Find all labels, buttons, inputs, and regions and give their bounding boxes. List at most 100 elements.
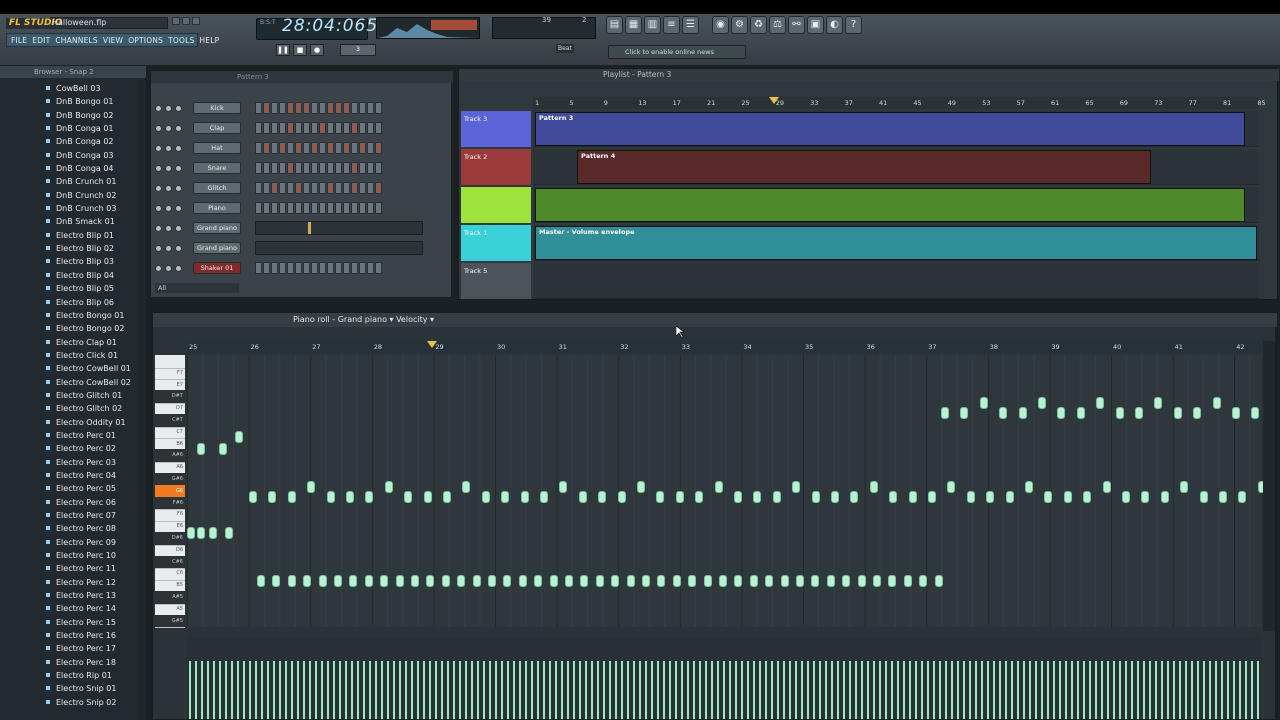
midi-note[interactable] xyxy=(947,481,956,493)
midi-note[interactable] xyxy=(796,575,804,587)
volume-knob[interactable] xyxy=(175,224,182,232)
velocity-bar[interactable] xyxy=(261,661,263,719)
midi-note[interactable] xyxy=(395,575,404,587)
step-button[interactable] xyxy=(287,262,294,274)
velocity-bar[interactable] xyxy=(1077,661,1079,719)
velocity-bar[interactable] xyxy=(1185,661,1187,719)
velocity-bar[interactable] xyxy=(501,661,503,719)
velocity-bar[interactable] xyxy=(585,661,587,719)
midi-note[interactable] xyxy=(441,575,450,587)
velocity-bar[interactable] xyxy=(423,661,425,719)
step-button[interactable] xyxy=(255,142,262,154)
channel-row[interactable]: Clap xyxy=(155,119,382,137)
step-button[interactable] xyxy=(335,102,342,114)
velocity-bar[interactable] xyxy=(315,661,317,719)
midi-note[interactable] xyxy=(960,407,969,419)
velocity-bar[interactable] xyxy=(1233,661,1235,719)
velocity-bar[interactable] xyxy=(495,661,497,719)
browser-item[interactable]: Electro CowBell 01 xyxy=(0,362,146,375)
online-news-button[interactable]: Click to enable online news xyxy=(608,45,746,59)
step-button[interactable] xyxy=(279,182,286,194)
render-icon[interactable]: ⚖ xyxy=(769,16,786,34)
midi-note[interactable] xyxy=(919,575,928,587)
midi-note[interactable] xyxy=(318,575,327,587)
browser-item[interactable]: Electro Perc 05 xyxy=(0,482,146,495)
midi-note[interactable] xyxy=(637,481,645,493)
velocity-bar[interactable] xyxy=(735,661,737,719)
midi-note[interactable] xyxy=(520,491,529,503)
pan-knob[interactable] xyxy=(165,204,172,212)
track-lane[interactable] xyxy=(533,263,1259,299)
volume-knob[interactable] xyxy=(175,144,182,152)
step-button[interactable] xyxy=(367,162,374,174)
browser-item[interactable]: Electro Perc 15 xyxy=(0,616,146,629)
velocity-bar[interactable] xyxy=(975,661,977,719)
step-button[interactable] xyxy=(359,202,366,214)
browser-item[interactable]: Electro Perc 11 xyxy=(0,562,146,575)
step-button[interactable] xyxy=(255,102,262,114)
step-button[interactable] xyxy=(327,142,334,154)
step-button[interactable] xyxy=(303,182,310,194)
velocity-bar[interactable] xyxy=(369,661,371,719)
velocity-bar[interactable] xyxy=(255,661,257,719)
velocity-bar[interactable] xyxy=(753,661,755,719)
midi-note[interactable] xyxy=(1122,491,1130,503)
midi-note[interactable] xyxy=(842,575,851,587)
browser-item[interactable]: Electro CowBell 02 xyxy=(0,376,146,389)
browser-item[interactable]: Electro Blip 03 xyxy=(0,255,146,268)
midi-note[interactable] xyxy=(1057,407,1066,419)
playlist-icon[interactable]: ▤ xyxy=(606,16,623,34)
velocity-bar[interactable] xyxy=(837,661,839,719)
volume-knob[interactable] xyxy=(175,104,182,112)
piano-keyboard[interactable]: F7 E7 D#7 D7 C#7 C7 B6 A#6 A6 G#6 G6 F#6 F6 E6 D#6 D6 C#… xyxy=(155,355,185,629)
channel-name-button[interactable]: Snare xyxy=(193,162,241,174)
velocity-bar[interactable] xyxy=(249,661,251,719)
midi-note[interactable] xyxy=(364,575,373,587)
midi-note[interactable] xyxy=(1238,491,1247,503)
velocity-bar[interactable] xyxy=(1197,661,1199,719)
velocity-bar[interactable] xyxy=(1137,661,1139,719)
browser-item[interactable]: DnB Bongo 01 xyxy=(0,95,146,108)
midi-note[interactable] xyxy=(888,575,897,587)
velocity-bar[interactable] xyxy=(603,661,605,719)
velocity-bar[interactable] xyxy=(897,661,899,719)
velocity-bar[interactable] xyxy=(807,661,809,719)
velocity-bar[interactable] xyxy=(879,661,881,719)
midi-note[interactable] xyxy=(1251,407,1260,419)
velocity-bar[interactable] xyxy=(579,661,581,719)
velocity-bar[interactable] xyxy=(1167,661,1169,719)
velocity-bar[interactable] xyxy=(1221,661,1223,719)
step-button[interactable] xyxy=(351,142,358,154)
pause-button[interactable]: ❚❚ xyxy=(276,44,290,56)
velocity-bar[interactable] xyxy=(489,661,491,719)
midi-note[interactable] xyxy=(672,575,681,587)
playlist-ruler[interactable]: 1 5 9 13 17 21 25 29 33 37 41 45 49 53 57 61 65 69 73 77 81 8… xyxy=(533,97,1266,109)
velocity-bar[interactable] xyxy=(387,661,389,719)
browser-item[interactable]: DnB Conga 03 xyxy=(0,149,146,162)
volume-knob[interactable] xyxy=(175,264,182,272)
velocity-bar[interactable] xyxy=(633,661,635,719)
clip-pattern-4[interactable]: Pattern 4 xyxy=(577,150,1151,184)
step-button[interactable] xyxy=(295,182,302,194)
step-button[interactable] xyxy=(343,142,350,154)
step-button[interactable] xyxy=(343,122,350,134)
velocity-bar[interactable] xyxy=(411,661,413,719)
track-header[interactable] xyxy=(461,187,531,223)
velocity-bar[interactable] xyxy=(867,661,869,719)
step-button[interactable] xyxy=(295,102,302,114)
track-header[interactable]: Track 2 xyxy=(461,149,531,185)
velocity-bar[interactable] xyxy=(789,661,791,719)
velocity-bar[interactable] xyxy=(831,661,833,719)
velocity-bar[interactable] xyxy=(483,661,485,719)
step-button[interactable] xyxy=(279,202,286,214)
velocity-bar[interactable] xyxy=(1035,661,1037,719)
velocity-bar[interactable] xyxy=(399,661,401,719)
velocity-bar[interactable] xyxy=(555,661,557,719)
midi-note[interactable] xyxy=(695,491,704,503)
midi-note[interactable] xyxy=(326,491,335,503)
midi-note[interactable] xyxy=(873,575,881,587)
browser-item[interactable]: DnB Crunch 01 xyxy=(0,175,146,188)
velocity-bar[interactable] xyxy=(639,661,641,719)
velocity-bar[interactable] xyxy=(1023,661,1025,719)
velocity-bar[interactable] xyxy=(957,661,959,719)
